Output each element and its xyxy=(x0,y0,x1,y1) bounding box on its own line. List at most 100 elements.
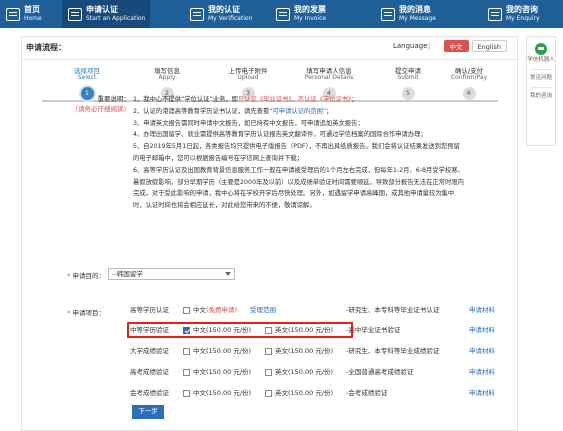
option-label: 中文(150.00 元/份) xyxy=(193,347,252,355)
item-row-huikao-score: 会考成绩验证 中文(150.00 元/份) 英文(150.00 元/份) -会考… xyxy=(108,387,495,400)
step-label: 上传电子附件 xyxy=(228,67,268,75)
side-faq[interactable]: 常见问题 xyxy=(527,73,555,84)
item-name: 高考成绩验证 xyxy=(130,368,169,376)
materials-link[interactable]: 申请材料 xyxy=(469,366,495,379)
note-6d: 时，认证时间也将会相应延长，对此给您带来的不便，敬请谅解。 xyxy=(133,202,316,210)
item-description: -研究生、本专科等毕业证书认证 xyxy=(346,306,440,314)
materials-link[interactable]: 申请材料 xyxy=(469,387,495,400)
note-4: 4、办理出国留学、就业需提供高等教育学历认证报告英文翻译件，可通过学信档案的国际… xyxy=(133,131,427,139)
top-nav: 首页 Home 申请认证 Start an Application 我的认证 My V… xyxy=(0,0,563,28)
option-label: 中文(150.00 元/份) xyxy=(193,368,252,376)
scope-link[interactable]: “可申请认证的范围” xyxy=(269,108,326,115)
item-row-gaokao-score: 高考成绩验证 中文(150.00 元/份) 英文(150.00 元/份) -全国… xyxy=(108,366,495,379)
nav-invoice-label: 我的发票 xyxy=(294,5,326,14)
scope-link[interactable]: 受理范围 xyxy=(250,304,276,317)
home-icon xyxy=(6,7,20,21)
checkbox[interactable] xyxy=(265,390,272,397)
nav-invoice-sub: My Invoice xyxy=(294,15,327,22)
step-label: 填写信息 xyxy=(154,67,180,75)
checkbox[interactable] xyxy=(265,348,272,355)
invoice-icon xyxy=(276,7,290,21)
nav-enquiry-sub: My Enquiry xyxy=(506,15,540,22)
nav-message-sub: My Message xyxy=(399,15,436,22)
side-robot[interactable]: 学信机器人 xyxy=(527,55,555,66)
free-note: (免费申请) xyxy=(206,306,238,314)
item-row-university-transcript: 大学成绩验证 中文(150.00 元/份) 英文(150.00 元/份) -研究… xyxy=(108,345,495,358)
nav-my-message[interactable]: 我的消息 My Message xyxy=(336,0,441,28)
note-6c: 完成。对于受此影响的申请，我中心将在学校开学后尽快处理。另外，如遇留学申请高峰期… xyxy=(133,190,455,198)
message-icon xyxy=(381,7,395,21)
item-name: 会考成绩验证 xyxy=(130,389,169,397)
notes-heading: 重要说明： （请务必仔细阅读） xyxy=(40,94,131,114)
step-sublabel: Personal Details xyxy=(304,74,354,81)
nav-start-application[interactable]: 申请认证 Start an Application xyxy=(62,0,150,28)
nav-message-label: 我的消息 xyxy=(399,5,431,14)
language-option-english[interactable]: English xyxy=(471,40,507,52)
step-sublabel: Upload xyxy=(237,74,259,81)
note-5b: 的电子邮箱中，您可以根据报告编号在学信网上查询并下载； xyxy=(133,154,304,162)
chevron-down-icon xyxy=(225,272,231,276)
note-6b: 暑假放假影响，部分早期学历（主要是2000年及以前）以及成绩单验证时间需要顺延，… xyxy=(133,178,464,186)
nav-my-enquiry[interactable]: 我的咨询 My Enquiry xyxy=(441,0,563,28)
robot-icon xyxy=(535,43,547,55)
item-row-higher-education: 高等学历认证 中文 (免费申请) 受理范围 -研究生、本专科等毕业证书认证 申请材… xyxy=(108,304,495,317)
language-label: Language： xyxy=(392,42,435,50)
purpose-value: --韩国留学 xyxy=(112,270,143,278)
items-label: * 申请项目： xyxy=(67,309,106,317)
items-label-text: 申请项目： xyxy=(72,309,106,317)
next-button[interactable]: 下一步 xyxy=(132,405,164,419)
note-6a: 6、高等学历认证及出国教育背景信息服务工作一般在申请被受理后的1个月左右完成，但… xyxy=(133,166,464,174)
option-label: 英文(150.00 元/份) xyxy=(275,389,334,397)
language-switcher: Language： 中文 English xyxy=(393,40,507,52)
option-label: 中文(150.00 元/份) xyxy=(193,389,252,397)
note-text: ； xyxy=(326,107,333,115)
option-chinese[interactable]: 中文 (免费申请) xyxy=(183,304,237,317)
item-description: -研究生、本专科等毕业成绩验证 xyxy=(346,347,440,355)
side-enquiry[interactable]: 我的咨询 xyxy=(527,91,555,102)
materials-link[interactable]: 申请材料 xyxy=(469,304,495,317)
option-chinese[interactable]: 中文(150.00 元/份) xyxy=(183,366,251,379)
checkbox[interactable] xyxy=(183,390,190,397)
checkbox[interactable] xyxy=(183,307,190,314)
note-text: 2、认证的港澳高等教育学历证书认证，请先查看 xyxy=(133,107,270,115)
option-english[interactable]: 英文(150.00 元/份) xyxy=(265,345,333,358)
note-3: 3、申请英文报告需同时申请中文报告，如已持有中文报告，可申请追加英文报告； xyxy=(133,119,364,127)
item-name: 大学成绩验证 xyxy=(130,347,169,355)
checkbox[interactable] xyxy=(183,369,190,376)
option-english[interactable]: 英文(150.00 元/份) xyxy=(265,387,333,400)
verification-icon xyxy=(190,7,204,21)
item-name: 高等学历认证 xyxy=(130,306,169,314)
nav-my-invoice[interactable]: 我的发票 My Invoice xyxy=(246,0,336,28)
purpose-label-text: 申请目的： xyxy=(72,272,106,280)
highlight-box xyxy=(127,322,353,338)
materials-link[interactable]: 申请材料 xyxy=(469,324,495,337)
option-english[interactable]: 英文(150.00 元/份) xyxy=(265,366,333,379)
note-text: 1、我中心不提供“学位认证”业务，即 xyxy=(133,96,238,103)
purpose-label: * 申请目的： xyxy=(67,272,106,280)
note-warning: 只认证《毕业证书》，不认证《学位证书》 xyxy=(237,96,352,103)
checkbox[interactable] xyxy=(265,369,272,376)
item-description: -会考成绩验证 xyxy=(346,389,388,397)
nav-my-verification[interactable]: 我的认证 My Verification xyxy=(150,0,252,28)
option-label: 中文 xyxy=(193,306,206,314)
item-description: -全国普通高考成绩验证 xyxy=(346,368,414,376)
purpose-select[interactable]: --韩国留学 xyxy=(108,268,235,280)
checkbox[interactable] xyxy=(183,348,190,355)
option-label: 英文(150.00 元/份) xyxy=(275,368,334,376)
step-label: 选择项目 xyxy=(74,67,100,75)
step-label: 确认/支付 xyxy=(454,67,484,75)
nav-application-label: 申请认证 xyxy=(86,5,118,14)
option-label: 英文(150.00 元/份) xyxy=(275,347,334,355)
language-option-chinese[interactable]: 中文 xyxy=(443,40,469,52)
step-sublabel: Confirm/Pay xyxy=(450,74,488,81)
materials-link[interactable]: 申请材料 xyxy=(469,345,495,358)
important-notes: 1、我中心不提供“学位认证”业务，即只认证《毕业证书》，不认证《学位证书》； 2… xyxy=(133,94,488,212)
nav-verification-sub: My Verification xyxy=(208,15,253,22)
note-1: 1、我中心不提供“学位认证”业务，即只认证《毕业证书》，不认证《学位证书》； xyxy=(133,94,488,106)
nav-home[interactable]: 首页 Home xyxy=(0,0,62,28)
nav-home-sub: Home xyxy=(24,15,42,22)
option-chinese[interactable]: 中文(150.00 元/份) xyxy=(183,345,251,358)
step-sublabel: Select xyxy=(77,74,97,81)
nav-home-label: 首页 xyxy=(24,5,40,14)
option-chinese[interactable]: 中文(150.00 元/份) xyxy=(183,387,251,400)
